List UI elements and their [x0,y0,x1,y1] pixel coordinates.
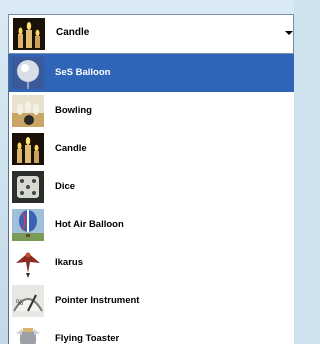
list-item-pointer-instrument[interactable]: % Pointer Instrument [9,282,294,320]
screensaver-combobox[interactable]: Candle [8,14,294,54]
list-item-hot-air-balloon[interactable]: Hot Air Balloon [9,206,294,244]
list-item-label: SeS Balloon [55,67,111,78]
list-item-dice[interactable]: Dice [9,168,294,206]
dice-icon [12,171,44,203]
screensaver-dropdown-list[interactable]: SeS Balloon Bowling Candle Dice Hot Air … [8,54,294,344]
list-item-label: Hot Air Balloon [55,219,124,230]
list-item-ikarus[interactable]: Ikarus [9,244,294,282]
candle-icon [13,18,45,50]
list-item-label: Flying Toaster [55,333,120,344]
list-item-label: Ikarus [55,257,83,268]
list-item-label: Candle [55,143,87,154]
list-item-ses-balloon[interactable]: SeS Balloon [9,54,294,92]
chevron-down-icon [285,31,293,35]
combobox-selected-label: Candle [56,27,90,38]
candle-icon [12,133,44,165]
list-item-flying-toaster[interactable]: Flying Toaster [9,320,294,344]
bowling-icon [12,95,44,127]
svg-text:%: % [16,298,23,307]
list-item-bowling[interactable]: Bowling [9,92,294,130]
balloon-icon [12,57,44,89]
list-item-label: Pointer Instrument [55,295,140,306]
list-item-candle[interactable]: Candle [9,130,294,168]
flying-toaster-icon [12,323,44,344]
list-item-label: Bowling [55,105,92,116]
dropdown-arrow-button[interactable] [284,15,293,53]
window-background: Candle SeS Balloon Bowling Candle Dice H… [0,0,294,344]
list-item-label: Dice [55,181,76,192]
ikarus-icon [12,247,44,279]
pointer-instrument-icon: % [12,285,44,317]
hot-air-balloon-icon [12,209,44,241]
